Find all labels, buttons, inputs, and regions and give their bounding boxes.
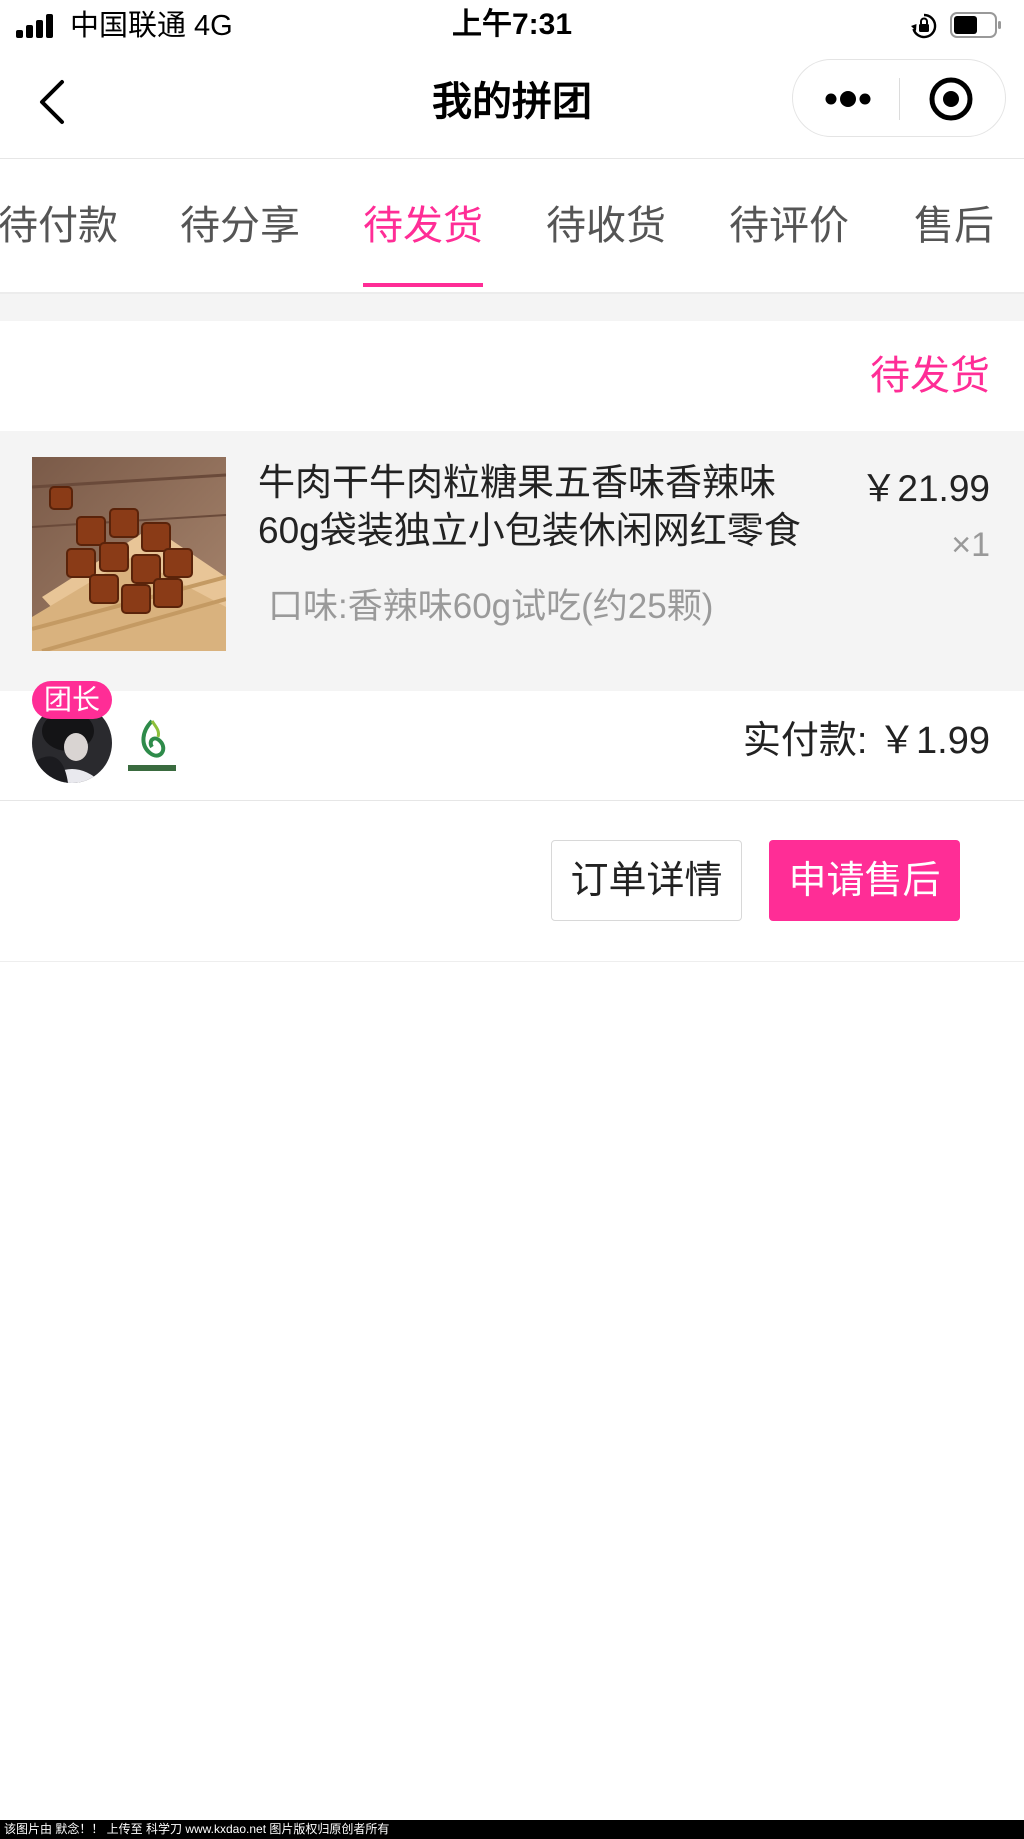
leader-badge: 团长 (32, 681, 113, 719)
more-button[interactable] (809, 74, 887, 124)
tab-pending-shipment[interactable]: 待发货 (363, 159, 483, 293)
order-status-tabs: 待付款 待分享 待发货 待收货 待评价 售后 (0, 159, 1024, 293)
product-quantity: ×1 (951, 526, 990, 564)
order-detail-button[interactable]: 订单详情 (551, 840, 742, 921)
status-bar: 中国联通 4G 上午7:31 (0, 0, 1024, 52)
rotation-lock-icon (911, 13, 937, 39)
paid-amount: 实付款: ￥1.99 (742, 720, 990, 762)
tab-pending-payment[interactable]: 待付款 (0, 159, 118, 293)
order-status-label: 待发货 (870, 354, 990, 398)
active-tab-indicator (363, 283, 483, 287)
more-dots-icon (825, 91, 871, 107)
capsule-divider (899, 78, 900, 120)
tab-pending-share[interactable]: 待分享 (180, 159, 300, 293)
product-price: ￥21.99 (860, 468, 990, 509)
tab-pending-review[interactable]: 待评价 (729, 159, 849, 293)
product-spec: 口味:香辣味60g试吃(约25颗) (268, 587, 714, 626)
product-title: 牛肉干牛肉粒糖果五香味香辣味60g袋装独立小包装休闲网红零食 (258, 462, 801, 551)
battery-icon (950, 12, 1001, 38)
navigation-bar: 我的拼团 (0, 52, 1024, 159)
product-item[interactable]: 牛肉干牛肉粒糖果五香味香辣味60g袋装独立小包装休闲网红零食 ￥21.99 ×1… (0, 431, 1024, 691)
shop-logo (128, 719, 176, 771)
tab-after-sale[interactable]: 售后 (912, 159, 996, 293)
clock: 上午7:31 (451, 8, 573, 41)
section-gap (0, 294, 1024, 321)
group-leader-row: 团长 实付款: ￥1.99 (0, 681, 1024, 801)
tab-pending-receipt[interactable]: 待收货 (546, 159, 666, 293)
mini-program-capsule (792, 59, 1006, 137)
product-image (32, 457, 226, 651)
close-mini-program-button[interactable] (911, 74, 991, 124)
footer-watermark-text: 该图片由 默念！！ 上传至 科学刀 www.kxdao.net 图片版权归原创者… (4, 1822, 390, 1836)
order-card: 待发货 牛肉干牛肉粒糖果五香味香辣味60g袋装独立小包装休闲网红零食 ￥21.9… (0, 321, 1024, 962)
order-actions: 订单详情 申请售后 (0, 801, 1024, 962)
target-circle-icon (929, 77, 973, 121)
apply-after-sale-button[interactable]: 申请售后 (769, 840, 960, 921)
footer-watermark: 该图片由 默念！！ 上传至 科学刀 www.kxdao.net 图片版权归原创者… (0, 1820, 1024, 1839)
